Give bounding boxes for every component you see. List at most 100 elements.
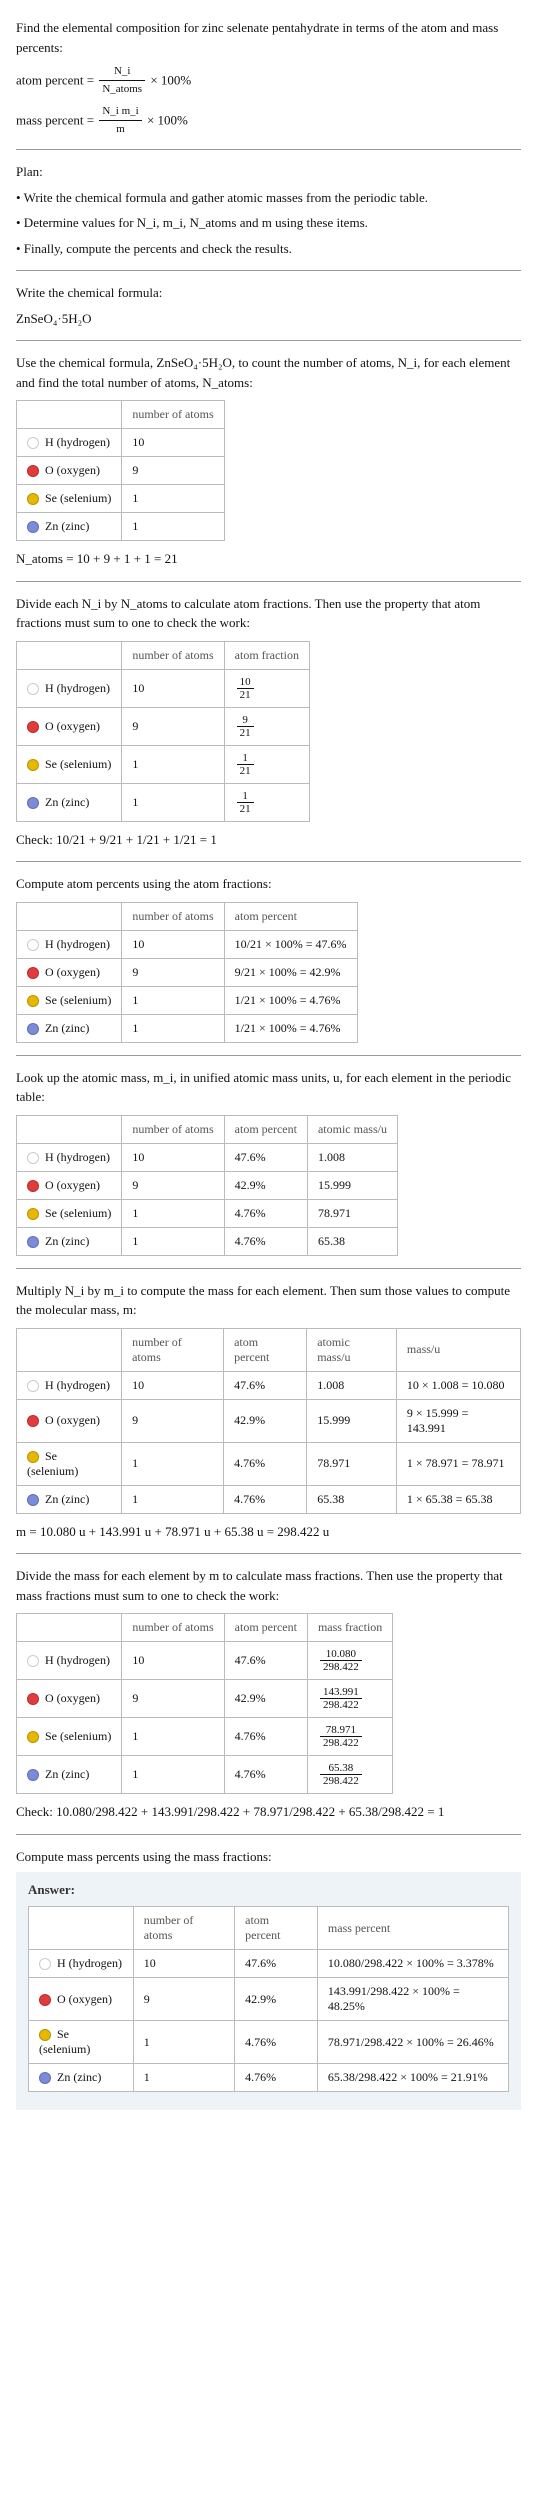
- table-row: H (hydrogen)1010/21 × 100% = 47.6%: [17, 930, 358, 958]
- mass-percent-lhs: mass percent =: [16, 112, 94, 127]
- mp-cell: 143.991/298.422 × 100% = 48.25%: [317, 1978, 508, 2021]
- element-name: Zn (zinc): [45, 519, 89, 533]
- molmass-table: number of atoms atom percent atomic mass…: [16, 1328, 521, 1514]
- divider: [16, 1553, 521, 1554]
- pct-cell: 4.76%: [224, 1442, 307, 1485]
- pct-cell: 42.9%: [224, 1171, 307, 1199]
- element-name: O (oxygen): [45, 1178, 100, 1192]
- pct-cell: 4.76%: [224, 1485, 307, 1513]
- pct-cell: 47.6%: [235, 1950, 318, 1978]
- pct-cell: 1/21 × 100% = 4.76%: [224, 986, 357, 1014]
- atoms-cell: 1: [122, 783, 224, 821]
- table-row: Se (selenium)14.76%78.971298.422: [17, 1718, 393, 1756]
- massu-cell: 15.999: [307, 1399, 397, 1442]
- mass-cell: 9 × 15.999 = 143.991: [396, 1399, 520, 1442]
- element-dot: [39, 2072, 51, 2084]
- frac-num: N_i: [99, 63, 145, 81]
- mass-percent-frac: N_i m_i m: [99, 103, 141, 137]
- element-dot: [27, 1655, 39, 1667]
- header-atoms: number of atoms: [133, 1907, 234, 1950]
- header-atoms: number of atoms: [122, 1115, 224, 1143]
- massu-cell: 65.38: [307, 1485, 397, 1513]
- mp-cell: 10.080/298.422 × 100% = 3.378%: [317, 1950, 508, 1978]
- pct-cell: 4.76%: [235, 2064, 318, 2092]
- atoms-cell: 10: [122, 1143, 224, 1171]
- atoms-cell: 9: [122, 457, 224, 485]
- divider: [16, 1834, 521, 1835]
- atoms-cell: 1: [133, 2064, 234, 2092]
- table-row: Zn (zinc)1: [17, 513, 225, 541]
- divider: [16, 270, 521, 271]
- percents-text: Compute atom percents using the atom fra…: [16, 874, 521, 894]
- massfrac-check: Check: 10.080/298.422 + 143.991/298.422 …: [16, 1802, 521, 1822]
- massfrac-table: number of atoms atom percent mass fracti…: [16, 1613, 393, 1794]
- header-massu: atomic mass/u: [307, 1328, 397, 1371]
- atom-percent-formula: atom percent = N_i N_atoms × 100%: [16, 63, 521, 97]
- atoms-cell: 9: [122, 1399, 224, 1442]
- table-header-row: number of atoms atom fraction: [17, 641, 310, 669]
- element-dot: [27, 759, 39, 771]
- table-row: H (hydrogen)101021: [17, 669, 310, 707]
- table-row: Se (selenium)14.76%78.9711 × 78.971 = 78…: [17, 1442, 521, 1485]
- element-dot: [27, 1023, 39, 1035]
- atoms-cell: 1: [122, 986, 224, 1014]
- mf-cell: 65.38298.422: [307, 1756, 392, 1794]
- table-row: O (oxygen)942.9%143.991/298.422 × 100% =…: [29, 1978, 509, 2021]
- atoms-cell: 9: [122, 958, 224, 986]
- mass-cell: 1 × 65.38 = 65.38: [396, 1485, 520, 1513]
- masspct-text: Compute mass percents using the mass fra…: [16, 1847, 521, 1867]
- mp-cell: 65.38/298.422 × 100% = 21.91%: [317, 2064, 508, 2092]
- massu-cell: 15.999: [307, 1171, 397, 1199]
- mp-cell: 78.971/298.422 × 100% = 26.46%: [317, 2021, 508, 2064]
- atoms-cell: 9: [122, 1171, 224, 1199]
- molmass-total: m = 10.080 u + 143.991 u + 78.971 u + 65…: [16, 1522, 521, 1542]
- table-row: H (hydrogen)10: [17, 429, 225, 457]
- masses-table: number of atoms atom percent atomic mass…: [16, 1115, 398, 1256]
- element-dot: [27, 995, 39, 1007]
- header-atoms: number of atoms: [122, 1328, 224, 1371]
- plan-bullet-3: • Finally, compute the percents and chec…: [16, 239, 521, 259]
- element-name: H (hydrogen): [45, 1150, 110, 1164]
- element-name: O (oxygen): [45, 1691, 100, 1705]
- element-dot: [39, 2029, 51, 2041]
- table-row: Zn (zinc)11/21 × 100% = 4.76%: [17, 1014, 358, 1042]
- header-massu: atomic mass/u: [307, 1115, 397, 1143]
- answer-table: number of atoms atom percent mass percen…: [28, 1906, 509, 2092]
- formula-value: ZnSeO₄·5H₂O: [16, 309, 521, 329]
- element-name: Se (selenium): [45, 491, 111, 505]
- mf-cell: 143.991298.422: [307, 1680, 392, 1718]
- frac-cell: 921: [224, 707, 309, 745]
- element-dot: [27, 721, 39, 733]
- table-row: Zn (zinc)14.76%65.38/298.422 × 100% = 21…: [29, 2064, 509, 2092]
- pct-cell: 4.76%: [224, 1227, 307, 1255]
- header-atoms: number of atoms: [122, 1614, 224, 1642]
- fractions-table: number of atoms atom fraction H (hydroge…: [16, 641, 310, 822]
- divider: [16, 1055, 521, 1056]
- intro-text: Find the elemental composition for zinc …: [16, 18, 521, 57]
- element-name: H (hydrogen): [45, 1653, 110, 1667]
- element-name: H (hydrogen): [57, 1956, 122, 1970]
- element-name: Zn (zinc): [45, 1234, 89, 1248]
- table-row: Se (selenium) 11/21 × 100% = 4.76%: [17, 986, 358, 1014]
- atom-percent-lhs: atom percent =: [16, 72, 94, 87]
- table-header-row: number of atoms atom percent atomic mass…: [17, 1328, 521, 1371]
- plan-heading: Plan:: [16, 162, 521, 182]
- atoms-cell: 10: [122, 1642, 224, 1680]
- pct-cell: 47.6%: [224, 1642, 307, 1680]
- element-name: H (hydrogen): [45, 435, 110, 449]
- fractions-check: Check: 10/21 + 9/21 + 1/21 + 1/21 = 1: [16, 830, 521, 850]
- element-name: Se (selenium): [45, 993, 111, 1007]
- element-dot: [27, 683, 39, 695]
- empty-header: [17, 401, 122, 429]
- table-row: O (oxygen)9921: [17, 707, 310, 745]
- times-100: × 100%: [150, 72, 191, 87]
- element-name: Se (selenium): [45, 1206, 111, 1220]
- atoms-cell: 10: [133, 1950, 234, 1978]
- element-name: Zn (zinc): [45, 1767, 89, 1781]
- pct-cell: 4.76%: [224, 1718, 307, 1756]
- percents-table: number of atoms atom percent H (hydrogen…: [16, 902, 358, 1043]
- element-name: H (hydrogen): [45, 937, 110, 951]
- divider: [16, 581, 521, 582]
- header-atoms: number of atoms: [122, 401, 224, 429]
- header-mass: mass/u: [396, 1328, 520, 1371]
